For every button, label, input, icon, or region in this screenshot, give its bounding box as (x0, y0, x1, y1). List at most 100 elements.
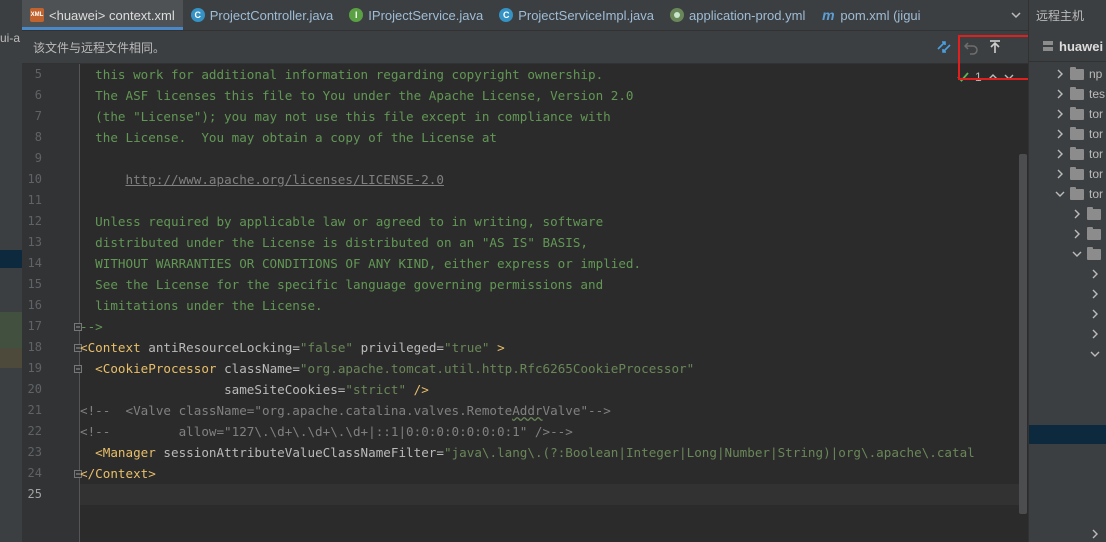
folder-icon (1070, 186, 1084, 200)
attr-value: "strict" (345, 382, 407, 397)
chevron-down-icon (1011, 12, 1021, 19)
code-text-area[interactable]: this work for additional information reg… (80, 64, 1020, 542)
tree-item-folder-expanded[interactable] (1071, 244, 1106, 264)
tab-iproject-service[interactable]: I IProjectService.java (341, 0, 491, 30)
chevron-right-icon[interactable] (1089, 269, 1101, 279)
code-line: <Context antiResourceLocking="false" pri… (80, 337, 1020, 358)
attr-value: "java\.lang\.(?:Boolean|Integer|Long|Num… (443, 445, 975, 460)
tab-list-dropdown-button[interactable] (1004, 0, 1028, 30)
tab-label: ProjectController.java (209, 7, 334, 23)
tree-item-label: tor (1089, 167, 1104, 181)
yaml-file-icon (670, 8, 685, 22)
code-line: <!-- allow="127\.\d+\.\d+\.\d+|::1|0:0:0… (80, 424, 573, 439)
chevron-right-icon[interactable] (1054, 129, 1066, 139)
remote-host-panel: 远程主机 huawei np tes tor tor tor tor tor (1028, 0, 1106, 542)
attr-name: sameSiteCookies (224, 382, 338, 397)
remote-host-header[interactable]: huawei (1029, 31, 1106, 62)
tree-item-folder[interactable] (1089, 304, 1105, 324)
chevron-right-icon[interactable] (1054, 149, 1066, 159)
chevron-right-icon[interactable] (1089, 529, 1101, 539)
java-class-icon: C (499, 8, 514, 22)
tree-item-folder[interactable]: tor (1054, 104, 1103, 124)
tree-item-label: tor (1089, 107, 1104, 121)
chevron-right-icon[interactable] (1089, 309, 1101, 319)
attr-eq: = (292, 361, 300, 376)
tab-project-service-impl[interactable]: C ProjectServiceImpl.java (491, 0, 662, 30)
code-line: <CookieProcessor className="org.apache.t… (80, 358, 1020, 379)
left-strip-text: ui-a (0, 31, 21, 45)
left-strip-changed-block (0, 312, 22, 348)
line-number: 24 (27, 466, 42, 480)
tag-name: Manager (102, 445, 156, 460)
tag-bracket: < (95, 361, 103, 376)
tab-context-xml[interactable]: XML <huawei> context.xml (22, 0, 183, 30)
chevron-right-icon[interactable] (1054, 69, 1066, 79)
chevron-down-icon[interactable] (1054, 190, 1066, 198)
folder-icon (1070, 66, 1084, 80)
license-url-link[interactable]: http://www.apache.org/licenses/LICENSE-2… (126, 172, 444, 187)
tree-item-folder[interactable] (1089, 264, 1105, 284)
line-number: 6 (34, 88, 42, 102)
folder-icon (1070, 106, 1084, 120)
tree-item-folder[interactable] (1071, 204, 1106, 224)
line-number: 16 (27, 298, 42, 312)
file-sync-message: 该文件与远程文件相同。 (33, 41, 166, 55)
tree-selection-highlight (1029, 425, 1106, 444)
chevron-right-icon[interactable] (1054, 169, 1066, 179)
folder-icon (1070, 126, 1084, 140)
scrollbar-thumb[interactable] (1019, 154, 1027, 514)
tag-bracket: /> (406, 382, 429, 397)
code-line: Unless required by applicable law or agr… (80, 214, 604, 229)
line-number: 10 (27, 172, 42, 186)
tag-name: CookieProcessor (102, 361, 217, 376)
tab-project-controller[interactable]: C ProjectController.java (183, 0, 342, 30)
line-number: 15 (27, 277, 42, 291)
chevron-down-icon[interactable] (1089, 350, 1101, 358)
tree-item-folder[interactable] (1089, 284, 1105, 304)
tree-item-folder[interactable]: tor (1054, 164, 1103, 184)
chevron-right-icon[interactable] (1054, 109, 1066, 119)
comment-text: Valve"--> (542, 403, 611, 418)
file-sync-notice-bar: 该文件与远程文件相同。 (22, 31, 1028, 64)
compare-remote-button[interactable] (936, 39, 952, 55)
attr-value: "false" (299, 340, 353, 355)
tab-application-prod-yml[interactable]: application-prod.yml (662, 0, 813, 30)
tree-item-folder[interactable]: np (1054, 64, 1102, 84)
line-number: 11 (27, 193, 42, 207)
attr-name: privileged (353, 340, 437, 355)
code-line: --> (80, 319, 103, 334)
tree-item-folder[interactable]: tor (1054, 124, 1103, 144)
maven-icon: m (822, 7, 835, 23)
chevron-right-icon[interactable] (1071, 209, 1083, 219)
vertical-scrollbar[interactable] (1018, 64, 1028, 542)
chevron-right-icon[interactable] (1089, 289, 1101, 299)
line-number: 22 (27, 424, 42, 438)
remote-host-panel-title: 远程主机 (1036, 9, 1085, 23)
tree-item-folder[interactable] (1089, 524, 1105, 542)
chevron-right-icon[interactable] (1054, 89, 1066, 99)
chevron-down-icon[interactable] (1071, 250, 1083, 258)
attr-value: "org.apache.tomcat.util.http.Rfc6265Cook… (299, 361, 695, 376)
tab-label: ProjectServiceImpl.java (518, 7, 655, 23)
tree-item-folder[interactable] (1071, 224, 1106, 244)
tree-item-label: tor (1089, 127, 1104, 141)
tree-item-label: np (1089, 67, 1103, 81)
chevron-right-icon[interactable] (1071, 229, 1083, 239)
tree-item-folder-expanded[interactable] (1089, 344, 1105, 364)
line-number: 9 (34, 151, 42, 165)
left-tool-strip: ui-a (0, 0, 23, 542)
tree-item-folder[interactable]: tes (1054, 84, 1105, 104)
tab-pom-xml[interactable]: m pom.xml (jigui (813, 0, 928, 30)
tree-item-folder[interactable] (1089, 324, 1105, 344)
tag-bracket: > (489, 340, 505, 355)
line-number-gutter: 5 6 7 8 9 10 11 12 13 14 15 16 17 18 19 … (22, 64, 82, 542)
line-number: 14 (27, 256, 42, 270)
tab-label: pom.xml (jigui (840, 7, 921, 23)
tree-item-folder[interactable]: tor (1054, 144, 1103, 164)
server-icon (1042, 40, 1054, 55)
chevron-right-icon[interactable] (1089, 329, 1101, 339)
code-editor[interactable]: 5 6 7 8 9 10 11 12 13 14 15 16 17 18 19 … (22, 64, 1028, 542)
line-number: 17 (27, 319, 42, 333)
tree-item-folder-expanded[interactable]: tor (1054, 184, 1103, 204)
